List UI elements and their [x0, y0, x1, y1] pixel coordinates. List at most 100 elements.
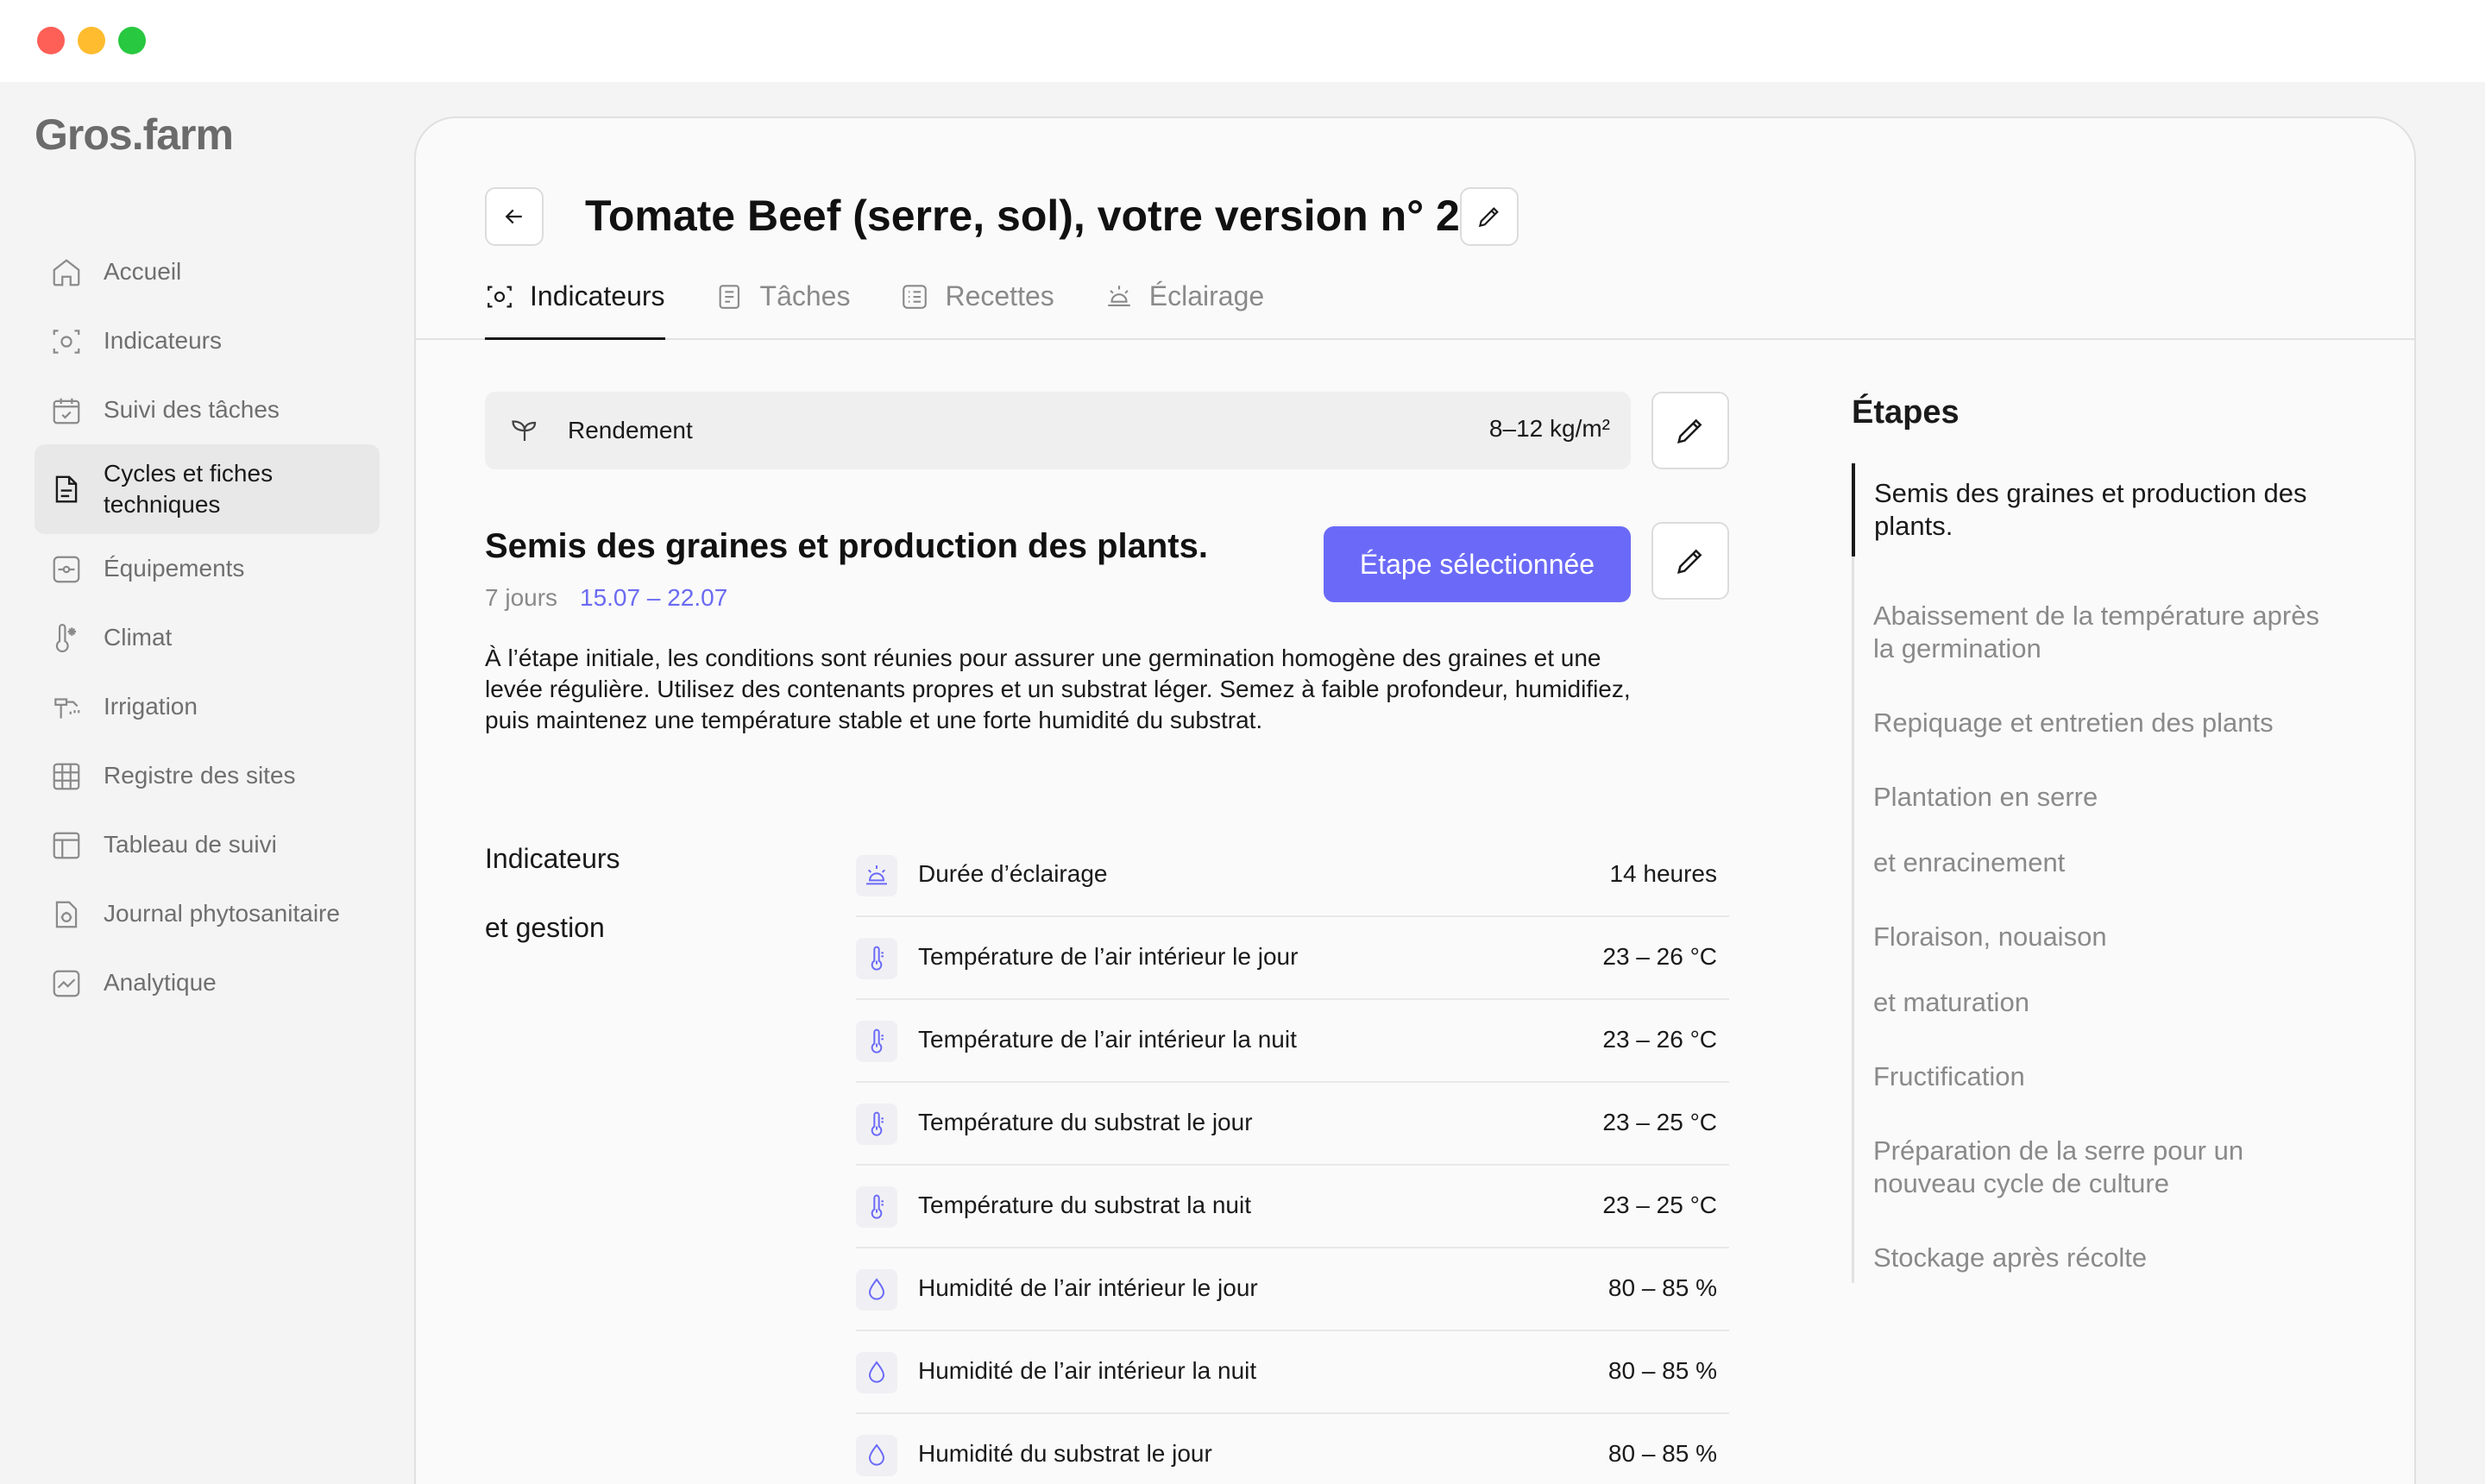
sidebar-item-accueil[interactable]: Accueil	[35, 237, 380, 306]
droplet-icon	[856, 1435, 897, 1476]
indicator-value: 23 – 25 °C	[1602, 1109, 1717, 1135]
tab-indicateurs[interactable]: Indicateurs	[485, 274, 665, 340]
indicator-label: Température de l’air intérieur la nuit	[918, 1026, 1297, 1053]
sidebar-item-label: Indicateurs	[104, 327, 222, 354]
sidebar-item-equipements[interactable]: Équipements	[35, 534, 380, 603]
indicator-label: Humidité de l’air intérieur le jour	[918, 1274, 1258, 1301]
tasks-icon	[719, 285, 739, 309]
sidebar-item-tableau[interactable]: Tableau de suivi	[35, 810, 380, 879]
sidebar-item-irrigation[interactable]: Irrigation	[35, 672, 380, 741]
indicators-icon	[53, 330, 80, 354]
tab-label: Tâches	[759, 280, 851, 311]
steps-title: Étapes	[1852, 394, 1960, 431]
tab-label: Indicateurs	[530, 280, 665, 311]
pencil-icon	[1677, 549, 1702, 575]
irrigation-icon	[54, 698, 80, 719]
indicator-value: 80 – 85 %	[1607, 1357, 1717, 1384]
sidebar-item-cycles[interactable]: Cycles et fiches techniques	[35, 444, 380, 534]
stage-dates: 15.07 – 22.07	[580, 584, 728, 611]
indicator-value: 23 – 25 °C	[1602, 1192, 1717, 1218]
sidebar-item-suivi-taches[interactable]: Suivi des tâches	[35, 375, 380, 444]
tabs: Indicateurs Tâches Recettes Éclairage	[485, 274, 1314, 340]
step-item[interactable]: Floraison, nouaison	[1854, 921, 2335, 953]
page-header: Tomate Beef (serre, sol), votre version …	[416, 118, 2414, 340]
step-item[interactable]: Semis des graines et production des plan…	[1852, 463, 2335, 556]
stage-title: Semis des graines et production des plan…	[485, 527, 1208, 565]
grid-icon	[53, 763, 80, 790]
indicator-row[interactable]: Température du substrat le jour 23 – 25 …	[856, 1083, 1729, 1166]
indicator-value: 14 heures	[1609, 860, 1717, 887]
back-button[interactable]	[485, 187, 544, 246]
sidebar-item-label: Journal phytosanitaire	[104, 900, 340, 927]
step-item[interactable]: Stockage après récolte	[1854, 1242, 2335, 1283]
light-icon	[856, 855, 897, 896]
thermometer-icon	[856, 938, 897, 979]
sidebar-item-indicateurs[interactable]: Indicateurs	[35, 306, 380, 375]
window-titlebar	[0, 0, 2485, 82]
indicator-row[interactable]: Température de l’air intérieur le jour 2…	[856, 917, 1729, 1000]
arrow-left-icon	[505, 209, 522, 224]
step-item[interactable]: Repiquage et entretien des plants	[1854, 707, 2335, 739]
edit-title-button[interactable]	[1460, 187, 1519, 246]
indicator-label: Température de l’air intérieur le jour	[918, 943, 1299, 970]
journal-icon	[55, 901, 78, 928]
indicator-value: 23 – 26 °C	[1602, 1026, 1717, 1053]
step-item[interactable]: Fructification	[1854, 1060, 2335, 1093]
indicator-label: Température du substrat le jour	[918, 1109, 1253, 1135]
maximize-window-button[interactable]	[118, 27, 146, 54]
minimize-window-button[interactable]	[78, 27, 105, 54]
sidebar-item-analytique[interactable]: Analytique	[35, 948, 380, 1017]
indicators-section-title: Indicateurs et gestion	[485, 824, 620, 962]
indicator-row[interactable]: Température du substrat la nuit 23 – 25 …	[856, 1166, 1729, 1248]
droplet-icon	[856, 1269, 897, 1311]
stage-description: À l’étape initiale, les conditions sont …	[485, 645, 1631, 733]
close-window-button[interactable]	[37, 27, 65, 54]
sidebar-item-climat[interactable]: Climat	[35, 603, 380, 672]
edit-stage-button[interactable]	[1651, 522, 1729, 600]
indicator-label: Température du substrat la nuit	[918, 1192, 1251, 1218]
step-item[interactable]: Plantation en serre	[1854, 781, 2335, 814]
yield-value: 8–12 kg/m²	[1488, 415, 1610, 442]
yield-bar: Rendement 8–12 kg/m²	[485, 392, 1631, 469]
sidebar-item-label: Climat	[104, 624, 173, 651]
sidebar-item-label: Registre des sites	[104, 762, 296, 789]
step-item[interactable]: et maturation	[1854, 986, 2335, 1019]
thermometer-icon	[856, 1021, 897, 1062]
sidebar-item-registre[interactable]: Registre des sites	[35, 741, 380, 810]
indicator-label: Humidité de l’air intérieur la nuit	[918, 1357, 1257, 1384]
tab-label: Recettes	[945, 280, 1054, 311]
tab-taches[interactable]: Tâches	[715, 274, 851, 340]
indicator-row[interactable]: Humidité du substrat le jour 80 – 85 %	[856, 1414, 1729, 1484]
indicator-row[interactable]: Humidité de l’air intérieur le jour 80 –…	[856, 1248, 1729, 1331]
tab-eclairage[interactable]: Éclairage	[1104, 274, 1264, 340]
edit-yield-button[interactable]	[1651, 392, 1729, 469]
indicator-value: 80 – 85 %	[1607, 1274, 1717, 1301]
indicators-table: Durée d’éclairage 14 heures Température …	[856, 834, 1729, 1484]
tab-recettes[interactable]: Recettes	[900, 274, 1054, 340]
indicator-row[interactable]: Température de l’air intérieur la nuit 2…	[856, 1000, 1729, 1083]
steps-list: Semis des graines et production des plan…	[1852, 463, 2335, 1283]
step-item[interactable]: Préparation de la serre pour un nouveau …	[1854, 1135, 2335, 1200]
thermometer-icon	[856, 1186, 897, 1228]
indicator-value: 80 – 85 %	[1607, 1440, 1717, 1467]
climate-icon	[55, 624, 77, 653]
document-icon	[55, 475, 78, 503]
step-item[interactable]: et enracinement	[1854, 846, 2335, 879]
indicators-title-line2: et gestion	[485, 912, 605, 943]
home-icon	[53, 259, 80, 286]
sidebar-item-label: Équipements	[104, 555, 245, 582]
selected-stage-button[interactable]: Étape sélectionnée	[1324, 526, 1631, 602]
sidebar-item-label: Irrigation	[104, 693, 198, 720]
indicator-label: Humidité du substrat le jour	[918, 1440, 1212, 1467]
thermometer-icon	[856, 1104, 897, 1145]
sidebar-item-label: Accueil	[104, 258, 182, 285]
sprout-icon	[512, 420, 537, 441]
sidebar-item-journal[interactable]: Journal phytosanitaire	[35, 879, 380, 948]
indicator-row[interactable]: Durée d’éclairage 14 heures	[856, 834, 1729, 917]
light-icon	[1108, 286, 1130, 306]
sidebar-item-label: Cycles et fiches techniques	[104, 460, 274, 518]
logo[interactable]: Gros.farm	[35, 110, 234, 160]
step-item[interactable]: Abaissement de la température après la g…	[1854, 600, 2335, 665]
indicator-row[interactable]: Humidité de l’air intérieur la nuit 80 –…	[856, 1331, 1729, 1414]
calendar-check-icon	[53, 398, 80, 424]
